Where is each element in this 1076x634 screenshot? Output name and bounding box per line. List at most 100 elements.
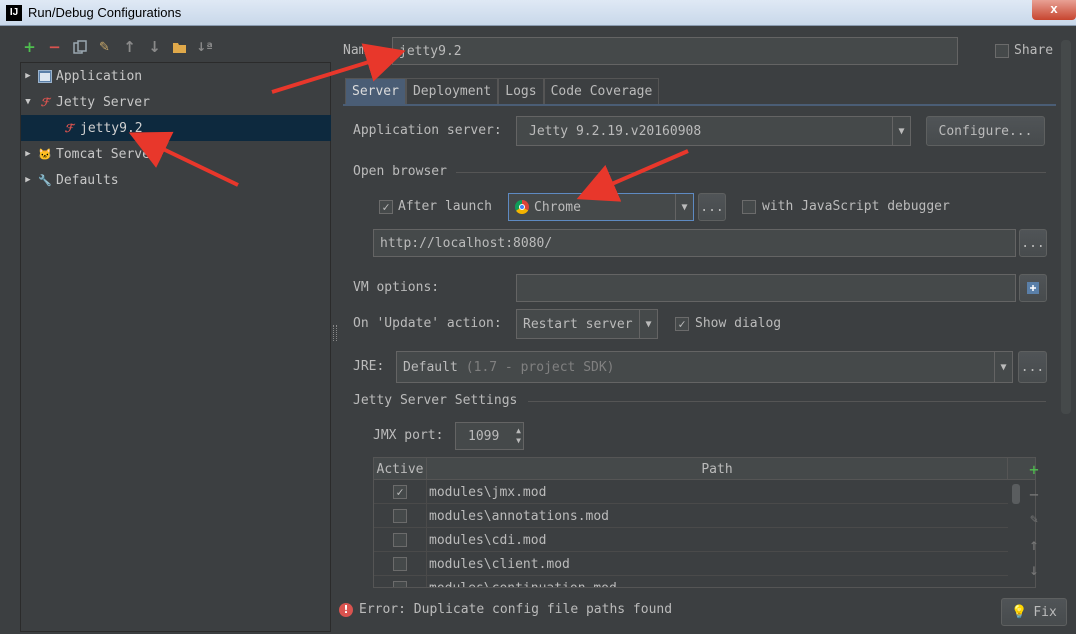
url-more-button[interactable]: ...: [1019, 229, 1047, 257]
remove-path-icon[interactable]: −: [1022, 482, 1046, 506]
jmx-port-label: JMX port:: [373, 428, 444, 443]
collapse-arrow-icon[interactable]: ▼: [21, 97, 35, 107]
fix-label: Fix: [1033, 604, 1057, 620]
jetty-settings-label: Jetty Server Settings: [353, 393, 518, 408]
move-up-icon[interactable]: ↑: [1022, 532, 1046, 556]
move-down-icon[interactable]: ↓: [145, 38, 164, 57]
spinner-arrows-icon[interactable]: ▲ ▼: [516, 426, 521, 446]
error-text: Error: Duplicate config file paths found: [359, 602, 673, 617]
table-row[interactable]: modules\cdi.mod: [374, 528, 1008, 552]
open-browser-label: Open browser: [353, 164, 447, 179]
jre-hint: (1.7 - project SDK): [465, 359, 615, 375]
table-row[interactable]: modules\annotations.mod: [374, 504, 1008, 528]
table-header: Active Path: [374, 458, 1035, 480]
app-server-select[interactable]: Jetty 9.2.19.v20160908 ▼: [516, 116, 911, 146]
chrome-icon: [515, 200, 529, 214]
path-cell: modules\annotations.mod: [429, 508, 610, 524]
jre-select[interactable]: Default (1.7 - project SDK) ▼: [396, 351, 1013, 383]
application-icon: [37, 68, 53, 84]
splitter-handle[interactable]: [333, 325, 337, 341]
name-label: Name:: [343, 43, 383, 58]
table-scrollbar[interactable]: [1010, 480, 1022, 587]
js-debugger-checkbox[interactable]: [742, 200, 756, 214]
active-checkbox[interactable]: [393, 533, 407, 547]
jre-value: Default: [403, 359, 458, 375]
edit-defaults-icon[interactable]: ✎: [95, 38, 114, 57]
chevron-down-icon: ▼: [994, 352, 1012, 382]
remove-icon[interactable]: −: [45, 38, 64, 57]
section-divider: [456, 172, 1046, 173]
configure-button[interactable]: Configure...: [926, 116, 1045, 146]
active-checkbox[interactable]: [393, 581, 407, 587]
tree-item-application[interactable]: ▶ Application: [21, 63, 331, 89]
move-down-icon[interactable]: ↓: [1022, 557, 1046, 581]
vm-options-input[interactable]: [516, 274, 1016, 302]
jetty-error-icon: ℱ: [64, 121, 74, 135]
wrench-icon: 🔧: [38, 173, 52, 187]
close-window-button[interactable]: x: [1032, 0, 1076, 20]
tree-item-label: Jetty Server: [56, 94, 150, 110]
after-launch-label: After launch: [398, 199, 492, 214]
move-up-icon[interactable]: ↑: [120, 38, 139, 57]
folder-icon[interactable]: [170, 38, 189, 57]
jmx-port-spinner[interactable]: 1099 ▲ ▼: [455, 422, 524, 450]
sort-icon[interactable]: ↓ª: [195, 38, 214, 57]
on-update-value: Restart server: [523, 316, 633, 332]
config-toolbar: + − ✎ ↑ ↓ ↓ª: [20, 36, 214, 58]
jmx-port-value: 1099: [468, 428, 500, 444]
tree-item-label: Defaults: [56, 172, 119, 188]
tab-deployment[interactable]: Deployment: [405, 78, 499, 104]
table-row[interactable]: modules\client.mod: [374, 552, 1008, 576]
url-input[interactable]: http://localhost:8080/: [373, 229, 1016, 257]
after-launch-checkbox[interactable]: ✓: [379, 200, 393, 214]
active-checkbox[interactable]: ✓: [393, 485, 407, 499]
intellij-app-icon: IJ: [6, 5, 22, 21]
expand-arrow-icon[interactable]: ▶: [21, 175, 35, 185]
scrollbar-thumb[interactable]: [1012, 484, 1020, 504]
config-tabs: Server Deployment Logs Code Coverage: [345, 78, 660, 104]
on-update-label: On 'Update' action:: [353, 316, 502, 331]
tree-item-tomcat-server[interactable]: ▶ 🐱 Tomcat Server: [21, 141, 331, 167]
add-path-icon[interactable]: +: [1022, 457, 1046, 481]
table-row[interactable]: modules\continuation.mod: [374, 576, 1008, 588]
column-header-active[interactable]: Active: [374, 458, 427, 480]
tab-logs[interactable]: Logs: [498, 78, 544, 104]
show-dialog-checkbox[interactable]: ✓: [675, 317, 689, 331]
tomcat-icon: 🐱: [38, 147, 52, 161]
panel-scrollbar[interactable]: [1061, 40, 1071, 414]
active-checkbox[interactable]: [393, 509, 407, 523]
tree-item-label: Tomcat Server: [56, 146, 158, 162]
lightbulb-icon: 💡: [1011, 604, 1028, 620]
browser-select[interactable]: Chrome ▼: [508, 193, 694, 221]
window-title: Run/Debug Configurations: [28, 5, 182, 20]
jre-label: JRE:: [353, 359, 385, 374]
jre-more-button[interactable]: ...: [1018, 351, 1047, 383]
error-icon: !: [339, 602, 353, 617]
configuration-tree: ▶ Application ▼ ℱ Jetty Server ℱ jetty9.…: [20, 62, 331, 632]
share-checkbox[interactable]: [995, 44, 1009, 58]
name-input[interactable]: jetty9.2: [392, 37, 958, 65]
column-header-path[interactable]: Path: [427, 458, 1008, 480]
fix-button[interactable]: 💡 Fix: [1001, 598, 1067, 626]
tab-server[interactable]: Server: [345, 78, 406, 104]
tree-item-defaults[interactable]: ▶ 🔧 Defaults: [21, 167, 331, 193]
tree-item-jetty9-2[interactable]: ℱ jetty9.2: [21, 115, 331, 141]
browser-more-button[interactable]: ...: [698, 193, 726, 221]
expand-editor-icon[interactable]: [1019, 274, 1047, 302]
copy-icon[interactable]: [70, 38, 89, 57]
active-checkbox[interactable]: [393, 557, 407, 571]
expand-arrow-icon[interactable]: ▶: [21, 149, 35, 159]
js-debugger-label: with JavaScript debugger: [762, 199, 950, 214]
path-cell: modules\continuation.mod: [429, 580, 617, 588]
table-row[interactable]: ✓ modules\jmx.mod: [374, 480, 1008, 504]
tree-item-jetty-server[interactable]: ▼ ℱ Jetty Server: [21, 89, 331, 115]
tree-item-label: jetty9.2: [80, 120, 143, 136]
error-bar: ! Error: Duplicate config file paths fou…: [339, 602, 672, 617]
expand-arrow-icon[interactable]: ▶: [21, 71, 35, 81]
app-server-value: Jetty 9.2.19.v20160908: [529, 123, 702, 139]
jetty-icon: ℱ: [40, 95, 50, 109]
add-icon[interactable]: +: [20, 38, 39, 57]
edit-path-icon[interactable]: ✎: [1022, 507, 1046, 531]
on-update-select[interactable]: Restart server ▼: [516, 309, 658, 339]
tab-code-coverage[interactable]: Code Coverage: [543, 78, 660, 104]
